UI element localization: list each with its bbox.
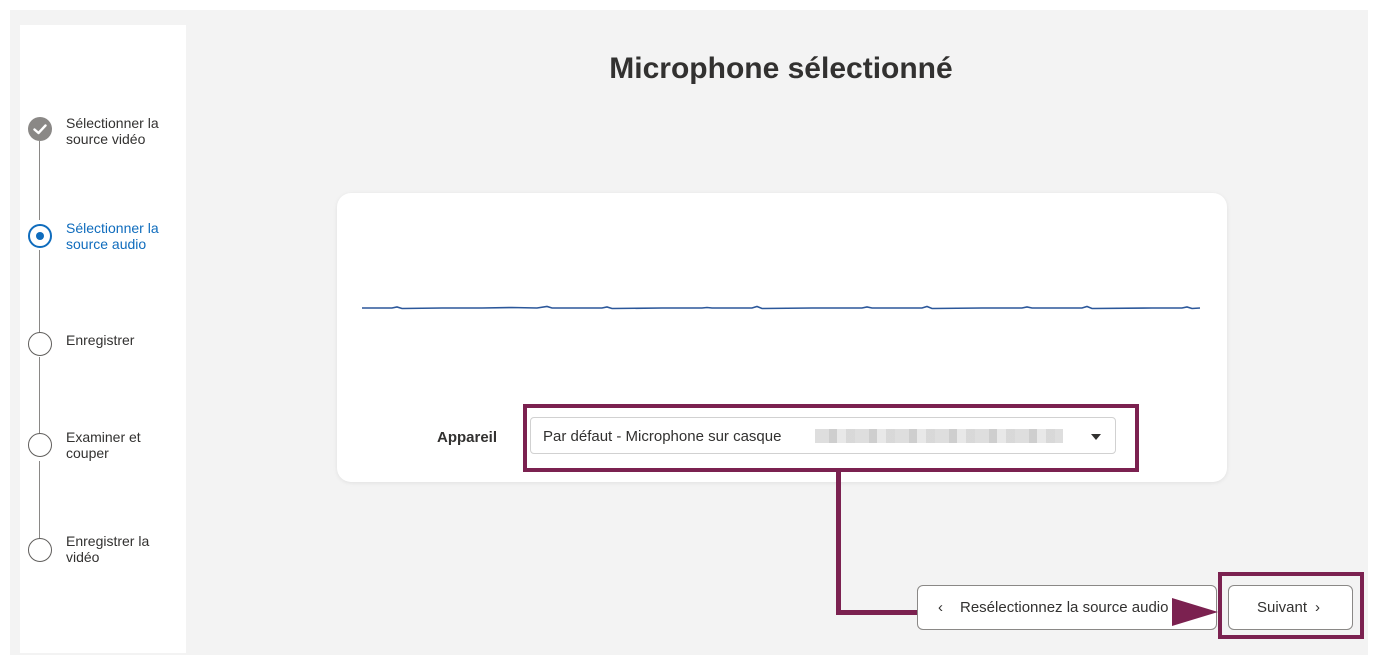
step-label: Enregistrer — [66, 332, 135, 348]
device-label: Appareil — [437, 429, 498, 446]
stepper-sidebar: Sélectionner la source vidéo Sélectionne… — [20, 25, 186, 653]
radio-empty-icon — [28, 538, 52, 562]
next-button[interactable]: Suivant › — [1228, 585, 1353, 630]
annotation-arrow-vertical — [836, 470, 841, 615]
step-label: Sélectionner la source vidéo — [66, 115, 159, 147]
step-connector — [39, 250, 40, 338]
audio-waveform — [362, 305, 1201, 310]
step-connector — [39, 461, 40, 550]
step-label: Sélectionner la source audio — [66, 220, 159, 252]
next-button-label: Suivant — [1257, 599, 1308, 616]
annotation-arrowhead — [1172, 598, 1218, 626]
step-label: Enregistrer la vidéo — [66, 533, 150, 565]
step-label: Examiner et couper — [66, 429, 141, 461]
radio-empty-icon — [28, 332, 52, 356]
back-button-label: Resélectionnez la source audio — [960, 599, 1169, 616]
device-select-highlight — [523, 404, 1139, 472]
page-title: Microphone sélectionné — [609, 52, 953, 85]
radio-active-icon — [28, 224, 52, 248]
step-connector — [39, 141, 40, 220]
checkmark-icon — [28, 117, 52, 141]
chevron-left-icon: ‹ — [938, 599, 943, 616]
step-connector — [39, 357, 40, 444]
radio-empty-icon — [28, 433, 52, 457]
chevron-right-icon: › — [1315, 599, 1320, 616]
